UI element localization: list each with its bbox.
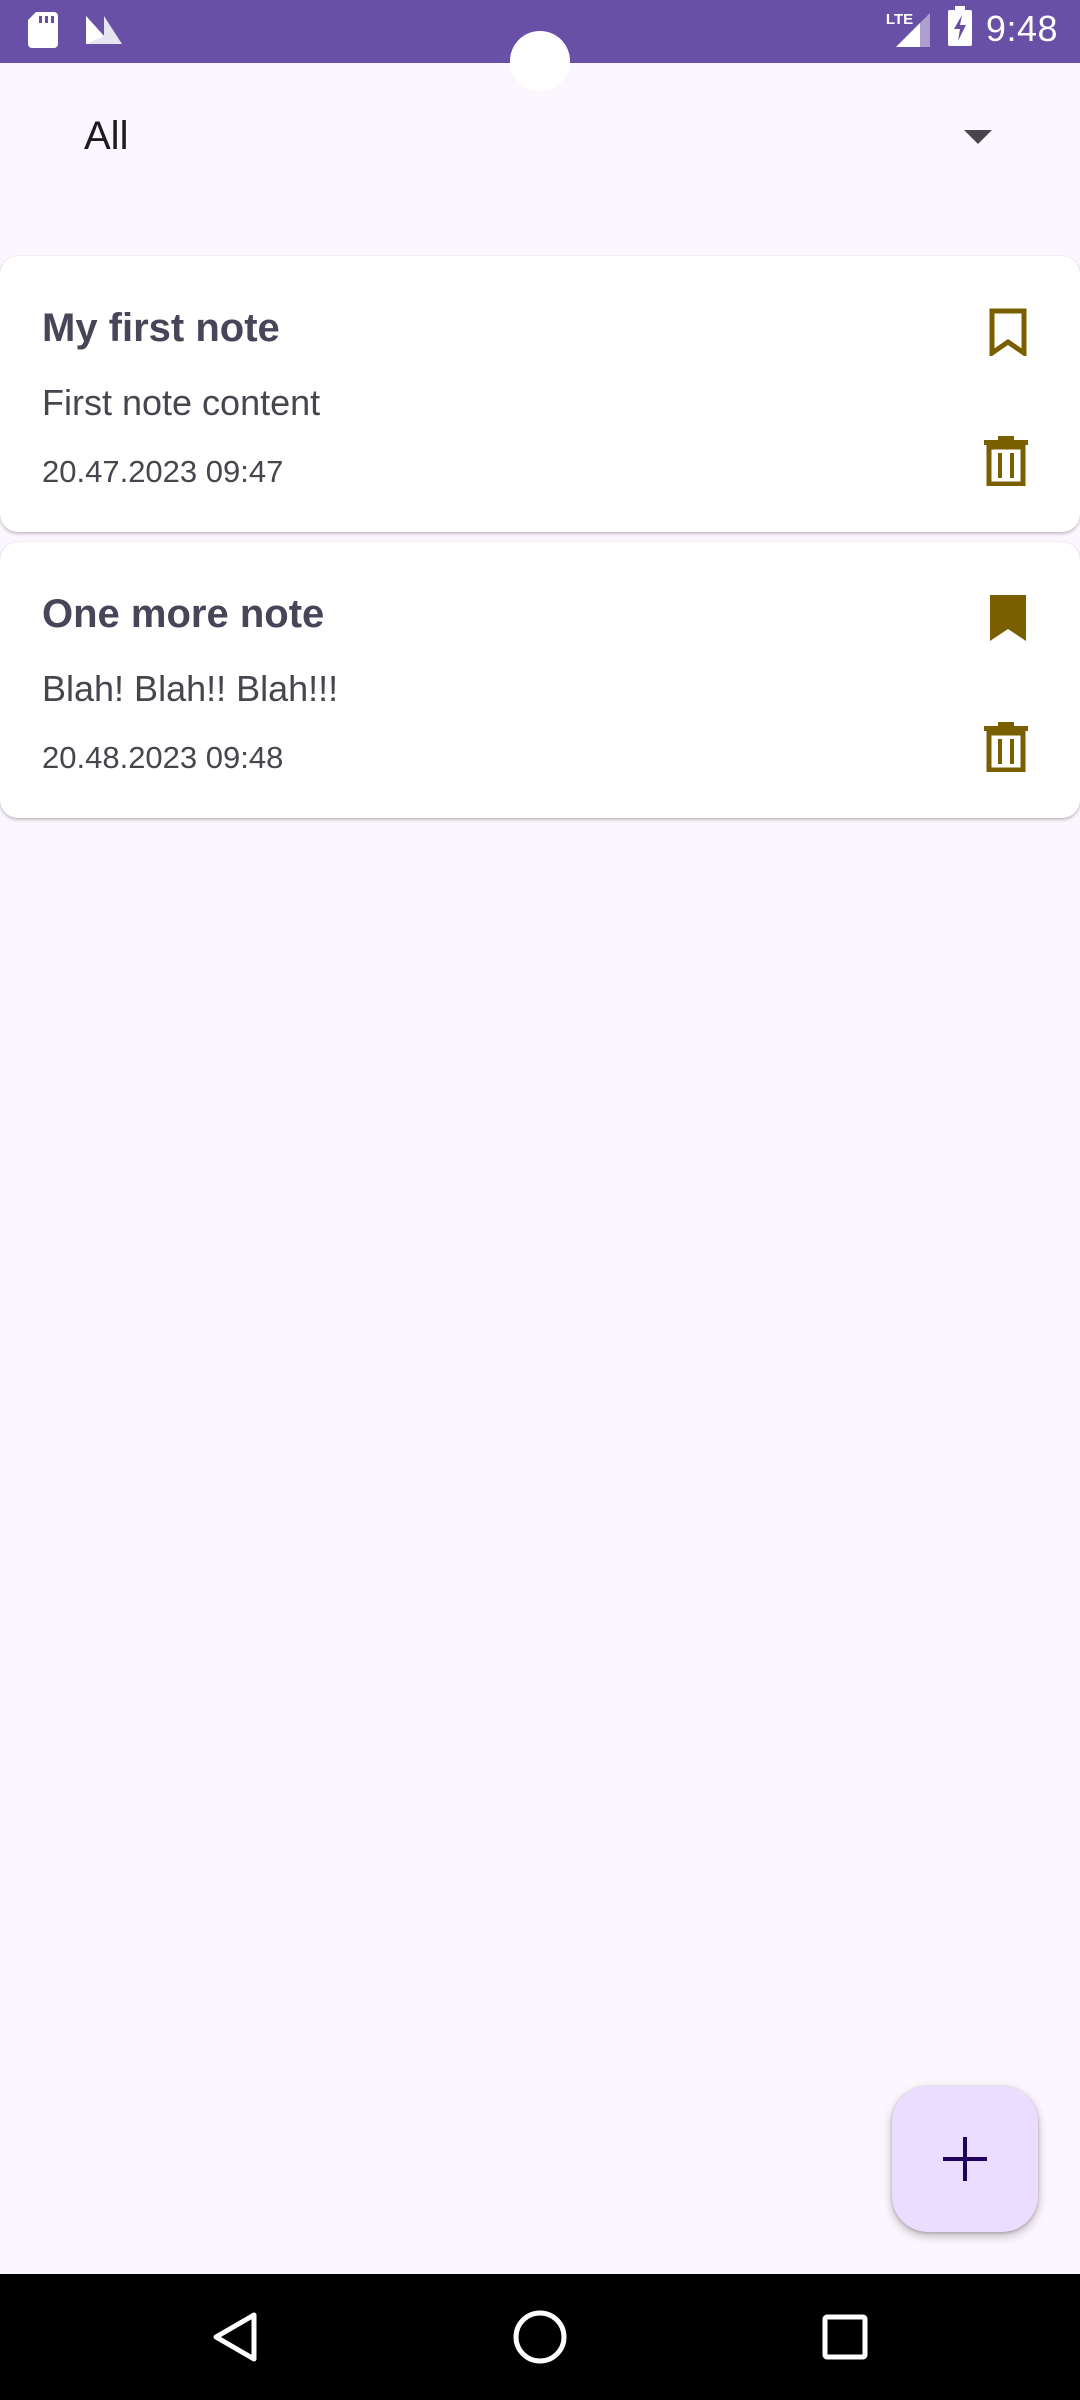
note-content: First note content [42, 382, 321, 423]
trash-icon [984, 436, 1028, 486]
filter-selected-value: All [84, 114, 129, 158]
dropdown-arrow-icon [964, 130, 992, 151]
status-left-icons [28, 12, 124, 53]
navigation-bar [0, 2274, 1080, 2400]
battery-charging-icon [947, 6, 972, 51]
note-title: My first note [42, 306, 280, 350]
note-title: One more note [42, 592, 325, 636]
bookmark-outline-icon [989, 308, 1027, 356]
delete-button[interactable] [982, 720, 1030, 774]
recents-button[interactable] [812, 2304, 878, 2370]
lte-signal-icon: LTE [886, 9, 934, 49]
note-date: 20.48.2023 09:48 [42, 740, 284, 775]
back-button[interactable] [202, 2304, 268, 2370]
trash-icon [984, 722, 1028, 772]
status-right-icons: LTE 9:48 [886, 6, 1058, 51]
home-button[interactable] [507, 2304, 573, 2370]
notes-list: My first note First note content 20.47.2… [0, 256, 1080, 828]
add-note-button[interactable] [892, 2086, 1038, 2232]
bookmark-button[interactable] [984, 590, 1032, 646]
status-time: 9:48 [985, 7, 1058, 49]
recents-square-icon [822, 2314, 868, 2360]
note-date: 20.47.2023 09:47 [42, 454, 284, 489]
note-content: Blah! Blah!! Blah!!! [42, 668, 339, 709]
note-card[interactable]: My first note First note content 20.47.2… [0, 256, 1080, 532]
filter-dropdown[interactable]: All [42, 100, 1022, 180]
sd-card-icon [28, 12, 58, 53]
home-circle-icon [513, 2310, 567, 2364]
back-triangle-icon [213, 2312, 257, 2362]
camera-cutout [510, 31, 570, 91]
plus-icon [943, 2137, 987, 2181]
delete-button[interactable] [982, 434, 1030, 488]
n-logo-icon [84, 14, 124, 51]
note-card[interactable]: One more note Blah! Blah!! Blah!!! 20.48… [0, 542, 1080, 818]
bookmark-filled-icon [990, 595, 1026, 641]
bookmark-button[interactable] [984, 304, 1032, 360]
